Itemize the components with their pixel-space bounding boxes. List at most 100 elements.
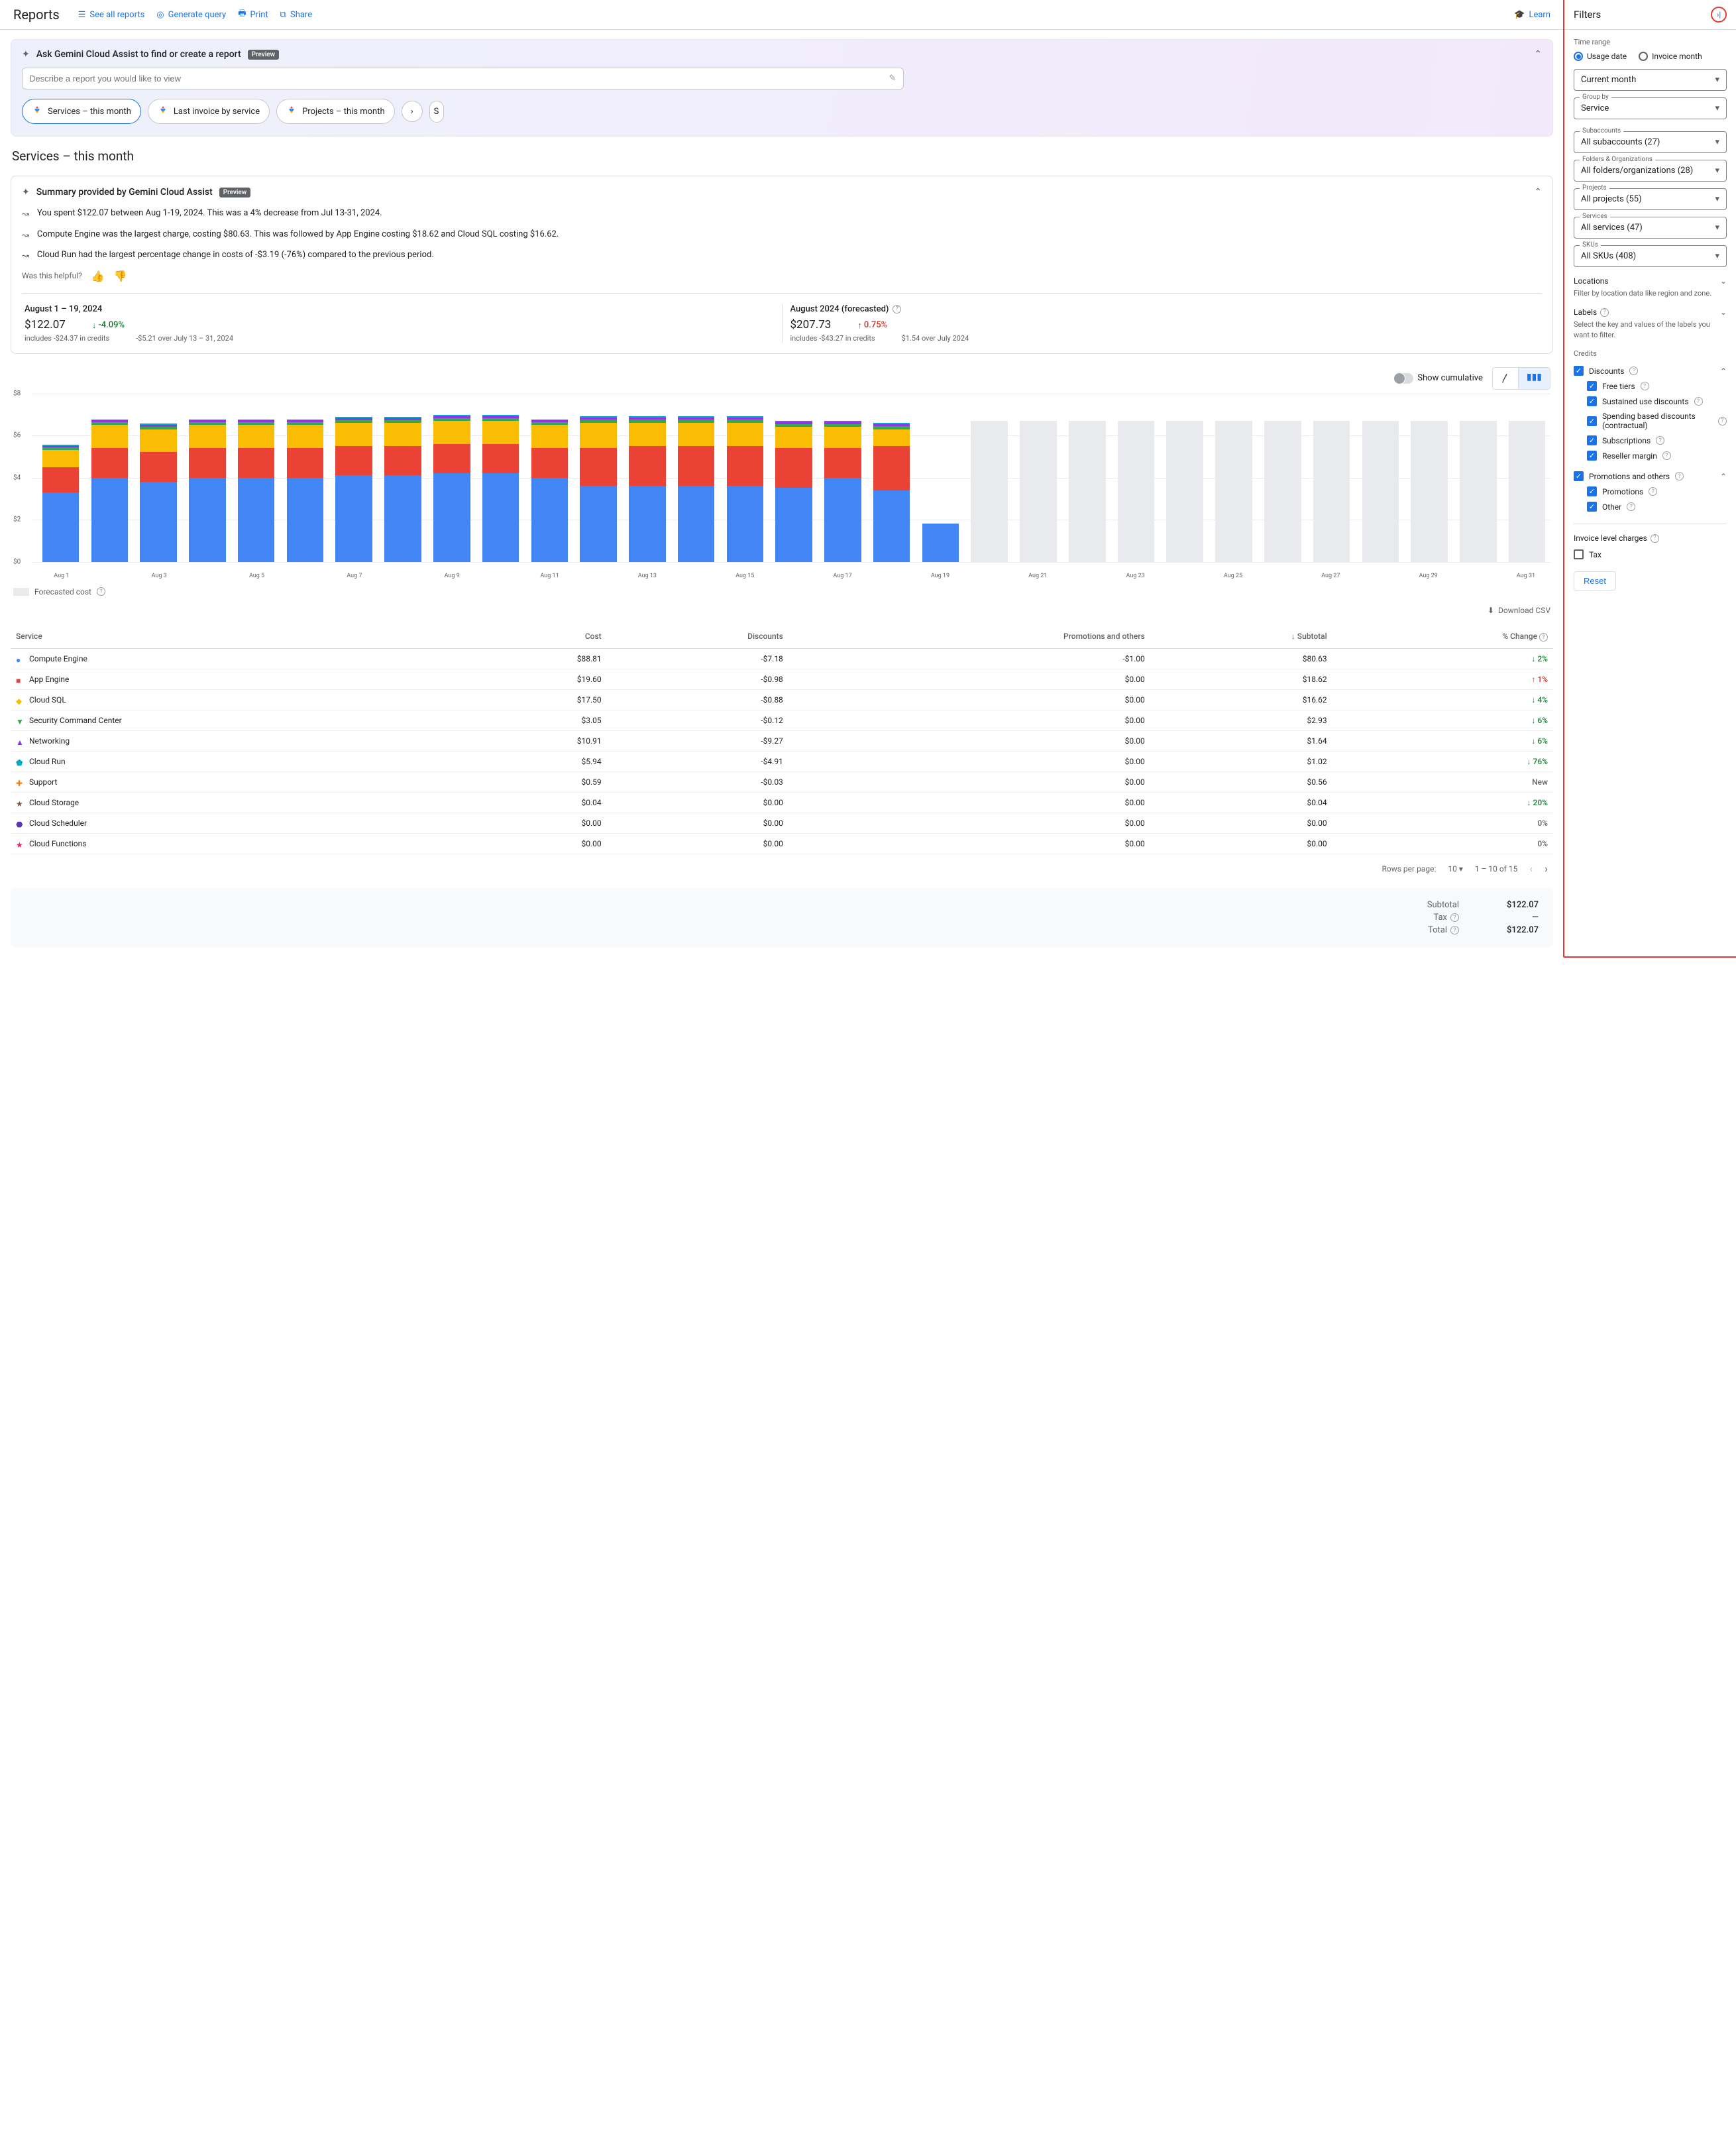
help-icon[interactable]: ? [1656,436,1664,445]
labels-section-toggle[interactable]: Labels? ⌄ [1574,308,1727,317]
col-cost[interactable]: Cost [469,625,607,649]
bar[interactable] [238,420,275,562]
table-row[interactable]: ●Compute Engine$88.81-$7.18-$1.00$80.63↓… [11,649,1553,669]
bar[interactable] [189,420,226,562]
report-chip-partial[interactable]: S [429,101,444,123]
locations-section-toggle[interactable]: Locations ⌄ [1574,276,1727,286]
bar[interactable] [873,423,910,562]
help-icon[interactable]: ? [1600,308,1609,317]
skus-select[interactable]: SKUs All SKUs (408) ▾ [1574,245,1727,267]
collapse-summary-button[interactable]: ⌃ [1534,187,1542,198]
rows-per-page-select[interactable]: 10 ▾ [1448,864,1463,874]
collapse-gemini-button[interactable]: ⌃ [1534,49,1542,60]
see-all-reports-link[interactable]: ☰ See all reports [78,10,145,20]
promotions-checkbox[interactable]: ✓Promotions? [1574,484,1727,499]
bar[interactable] [531,420,569,562]
reseller-margin-checkbox[interactable]: ✓Reseller margin? [1574,448,1727,463]
help-icon[interactable]: ? [1450,926,1459,934]
bar[interactable] [482,415,519,561]
col-service[interactable]: Service [11,625,469,649]
line-chart-button[interactable]: 〳 [1493,368,1518,389]
table-row[interactable]: ⬣Cloud Scheduler$0.00$0.00$0.00$0.00 0% [11,813,1553,834]
help-icon[interactable]: ? [1629,367,1638,375]
invoice-month-radio[interactable]: Invoice month [1639,52,1702,61]
bar[interactable] [1509,421,1546,562]
bar[interactable] [775,421,812,562]
promotions-others-checkbox[interactable]: ✓ Promotions and others ? ⌃ [1574,469,1727,484]
bar[interactable] [580,416,617,561]
group-by-select[interactable]: Group by Service ▾ [1574,97,1727,119]
cumulative-toggle[interactable]: Show cumulative [1395,373,1483,384]
thumbs-up-button[interactable]: 👍 [91,270,105,282]
reset-button[interactable]: Reset [1574,571,1616,591]
share-link[interactable]: ⧉ Share [280,10,312,20]
bar[interactable] [287,420,324,562]
report-chip-last-invoice[interactable]: Last invoice by service [148,99,270,124]
bar[interactable] [824,421,861,562]
bar[interactable] [1215,421,1252,562]
bar-chart-button[interactable]: ▮▮▮ [1518,368,1550,389]
help-icon[interactable]: ? [1539,633,1548,642]
help-icon[interactable]: ? [1662,451,1671,460]
table-row[interactable]: ▼Security Command Center$3.05-$0.12$0.00… [11,710,1553,731]
table-row[interactable]: ▲Networking$10.91-$9.27$0.00$1.64↓ 6% [11,731,1553,752]
subaccounts-select[interactable]: Subaccounts All subaccounts (27) ▾ [1574,131,1727,153]
next-page-button[interactable]: › [1545,862,1548,875]
help-icon[interactable]: ? [1694,397,1703,406]
usage-date-radio[interactable]: Usage date [1574,52,1627,61]
help-icon[interactable]: ? [1675,472,1684,480]
other-checkbox[interactable]: ✓Other? [1574,499,1727,514]
bar[interactable] [1264,421,1301,562]
chevron-up-icon[interactable]: ⌃ [1720,472,1727,481]
report-chip-projects-month[interactable]: Projects – this month [276,99,395,124]
table-row[interactable]: ★Cloud Functions$0.00$0.00$0.00$0.00 0% [11,834,1553,854]
tax-checkbox[interactable]: Tax [1574,547,1727,562]
free-tiers-checkbox[interactable]: ✓Free tiers? [1574,378,1727,394]
bar[interactable] [1460,421,1497,562]
bar[interactable] [384,417,421,561]
projects-select[interactable]: Projects All projects (55) ▾ [1574,188,1727,210]
bar[interactable] [1362,421,1399,562]
bar[interactable] [433,415,470,561]
table-row[interactable]: ★Cloud Storage$0.04$0.00$0.00$0.04↓ 20% [11,793,1553,813]
subscriptions-checkbox[interactable]: ✓Subscriptions? [1574,433,1727,448]
help-icon[interactable]: ? [97,587,105,596]
bar[interactable] [91,420,129,562]
help-icon[interactable]: ? [1450,913,1459,922]
learn-link[interactable]: 🎓 Learn [1514,10,1550,20]
bar[interactable] [1069,421,1106,562]
download-csv-button[interactable]: ⬇ Download CSV [1488,606,1550,615]
help-icon[interactable]: ? [1627,502,1635,511]
discounts-checkbox[interactable]: ✓ Discounts ? ⌃ [1574,363,1727,378]
help-icon[interactable]: ? [1718,417,1727,425]
table-row[interactable]: ✚Support$0.59-$0.03$0.00$0.56 New [11,772,1553,793]
col-promotions[interactable]: Promotions and others [788,625,1150,649]
gemini-text-field[interactable] [29,74,889,84]
bar[interactable] [678,416,715,561]
chips-scroll-right-button[interactable]: › [402,101,423,122]
collapse-filters-button[interactable]: ›| [1711,7,1727,23]
generate-query-link[interactable]: ◎ Generate query [156,10,226,20]
col-subtotal[interactable]: ↓ Subtotal [1150,625,1332,649]
bar[interactable] [1118,421,1155,562]
thumbs-down-button[interactable]: 👎 [114,270,127,282]
bar[interactable] [922,524,959,561]
bar[interactable] [1313,421,1350,562]
col-change[interactable]: % Change ? [1332,625,1553,649]
chevron-up-icon[interactable]: ⌃ [1720,367,1727,376]
bar[interactable] [42,445,80,561]
bar[interactable] [1411,421,1448,562]
col-discounts[interactable]: Discounts [607,625,788,649]
bar[interactable] [335,417,372,561]
bar[interactable] [1166,421,1203,562]
services-select[interactable]: Services All services (47) ▾ [1574,217,1727,239]
prev-page-button[interactable]: ‹ [1529,862,1533,875]
sustained-use-checkbox[interactable]: ✓Sustained use discounts? [1574,394,1727,409]
help-icon[interactable]: ? [1649,487,1657,496]
time-range-select[interactable]: Current month ▾ [1574,69,1727,91]
spending-based-checkbox[interactable]: ✓Spending based discounts (contractual)? [1574,409,1727,433]
table-row[interactable]: ⬟Cloud Run$5.94-$4.91$0.00$1.02↓ 76% [11,752,1553,772]
bar[interactable] [1020,421,1057,562]
bar[interactable] [727,416,764,561]
bar[interactable] [629,416,666,561]
